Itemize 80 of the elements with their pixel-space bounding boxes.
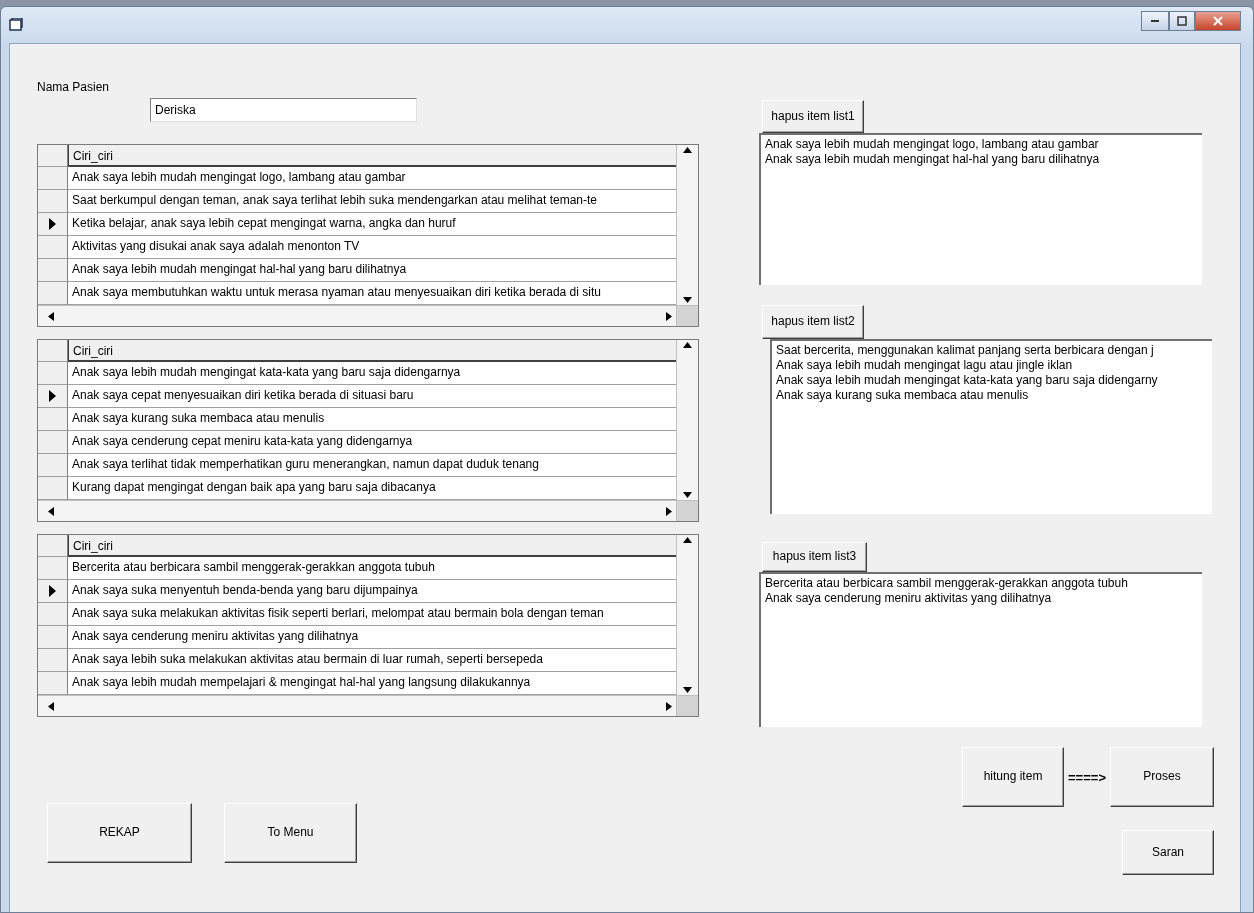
scroll-left-icon[interactable] bbox=[48, 506, 54, 516]
corner-cell bbox=[38, 535, 68, 557]
data-grid[interactable] bbox=[37, 339, 699, 522]
row-pointer-icon bbox=[49, 390, 56, 402]
table-cell[interactable]: Aktivitas yang disukai anak saya adalah menonton TV bbox=[68, 236, 676, 259]
count-button[interactable]: hitung item bbox=[962, 747, 1065, 807]
list-item[interactable]: Anak saya lebih mudah mengingat hal-hal yang baru dilihatnya bbox=[765, 152, 1198, 167]
data-grid[interactable] bbox=[37, 534, 699, 717]
table-cell[interactable]: Anak saya lebih mudah mengingat kata-kata yang baru saja didengarnya bbox=[68, 362, 676, 385]
field-label: Nama Pasien bbox=[37, 80, 111, 96]
row-pointer-icon bbox=[49, 585, 56, 597]
table-cell[interactable]: Bercerita atau berbicara sambil menggerak-gerakkan anggota tubuh bbox=[68, 557, 676, 580]
list-item[interactable]: Anak saya lebih mudah mengingat kata-kata yang baru saja didengarny bbox=[776, 373, 1208, 388]
scroll-down-icon[interactable] bbox=[683, 687, 692, 693]
row-header[interactable] bbox=[38, 580, 68, 603]
table-cell[interactable]: Anak saya suka melakukan aktivitas fisik seperti berlari, melompat atau bermain bola dengan teman bbox=[68, 603, 676, 626]
list-item[interactable]: Anak saya lebih mudah mengingat logo, lambang atau gambar bbox=[765, 137, 1198, 152]
action-button[interactable]: REKAP bbox=[47, 803, 192, 863]
scroll-left-icon[interactable] bbox=[48, 701, 54, 711]
table-cell[interactable]: Anak saya cenderung meniru aktivitas yang dilihatnya bbox=[68, 626, 676, 649]
name-field[interactable]: Deriska bbox=[150, 98, 417, 122]
table-cell[interactable]: Anak saya lebih suka melakukan aktivitas atau bermain di luar rumah, seperti bersepeda bbox=[68, 649, 676, 672]
scroll-up-icon[interactable] bbox=[683, 342, 692, 348]
maximize-button[interactable] bbox=[1169, 11, 1195, 31]
minimize-icon bbox=[1151, 20, 1159, 22]
column-header[interactable]: Ciri_ciri bbox=[68, 145, 676, 167]
list-box[interactable]: Bercerita atau berbicara sambil menggerak-gerakkan anggota tubuh Anak saya cenderung meniru aktivitas yang dilihatnya bbox=[759, 572, 1202, 727]
scroll-down-icon[interactable] bbox=[683, 492, 692, 498]
list-box[interactable]: Anak saya lebih mudah mengingat logo, lambang atau gambar Anak saya lebih mudah mengingat hal-hal yang baru dilihatnya bbox=[759, 133, 1202, 285]
horizontal-scrollbar[interactable] bbox=[38, 695, 676, 716]
list-item[interactable]: Anak saya lebih mudah mengingat lagu atau jingle iklan bbox=[776, 358, 1208, 373]
scrollbar-corner bbox=[676, 305, 698, 326]
list-box[interactable] bbox=[770, 339, 1212, 514]
table-cell[interactable]: Anak saya suka menyentuh benda-benda yang baru dijumpainya bbox=[68, 580, 676, 603]
action-button[interactable]: To Menu bbox=[224, 803, 357, 863]
scrollbar-corner bbox=[676, 500, 698, 521]
scrollbar-corner bbox=[676, 695, 698, 716]
list-item[interactable]: Bercerita atau berbicara sambil menggerak-gerakkan anggota tubuh bbox=[765, 576, 1198, 591]
close-button[interactable] bbox=[1195, 11, 1241, 31]
column-header[interactable]: Ciri_ciri bbox=[68, 340, 676, 362]
horizontal-scrollbar[interactable] bbox=[38, 500, 676, 521]
minimize-button[interactable] bbox=[1141, 11, 1169, 31]
scroll-up-icon[interactable] bbox=[683, 147, 692, 153]
maximize-icon bbox=[1177, 16, 1187, 26]
data-grid[interactable] bbox=[37, 144, 699, 327]
advice-button[interactable]: Saran bbox=[1122, 830, 1214, 875]
delete-button[interactable]: hapus item list2 bbox=[762, 305, 864, 339]
corner-cell bbox=[38, 145, 68, 167]
app-icon bbox=[9, 18, 23, 32]
arrow-label: ====> bbox=[1067, 769, 1107, 785]
column-header[interactable]: Ciri_ciri bbox=[68, 535, 676, 557]
table-cell[interactable]: Anak saya kurang suka membaca atau menulis bbox=[68, 408, 676, 431]
row-header[interactable] bbox=[38, 385, 68, 408]
scroll-left-icon[interactable] bbox=[48, 311, 54, 321]
row-header[interactable] bbox=[38, 213, 68, 236]
corner-cell bbox=[38, 340, 68, 362]
list-item[interactable]: Anak saya cenderung meniru aktivitas yang dilihatnya bbox=[765, 591, 1198, 606]
table-cell[interactable]: Anak saya cenderung cepat meniru kata-kata yang didengarnya bbox=[68, 431, 676, 454]
close-icon bbox=[1213, 16, 1223, 26]
table-cell[interactable]: Anak saya cepat menyesuaikan diri ketika berada di situasi baru bbox=[68, 385, 676, 408]
scroll-right-icon[interactable] bbox=[666, 506, 672, 516]
scroll-up-icon[interactable] bbox=[683, 537, 692, 543]
list-item[interactable]: Anak saya kurang suka membaca atau menulis bbox=[776, 388, 1208, 403]
process-button[interactable]: Proses bbox=[1110, 747, 1214, 807]
row-pointer-icon bbox=[49, 218, 56, 230]
vertical-scrollbar[interactable] bbox=[676, 145, 698, 305]
table-cell[interactable]: Ketika belajar, anak saya lebih cepat mengingat warna, angka dan huruf bbox=[68, 213, 676, 236]
vertical-scrollbar[interactable] bbox=[676, 535, 698, 695]
table-cell[interactable]: Saat berkumpul dengan teman, anak saya terlihat lebih suka mendengarkan atau melihat teman-te bbox=[68, 190, 676, 213]
scroll-down-icon[interactable] bbox=[683, 297, 692, 303]
horizontal-scrollbar[interactable] bbox=[38, 305, 676, 326]
vertical-scrollbar[interactable] bbox=[676, 340, 698, 500]
scroll-right-icon[interactable] bbox=[666, 311, 672, 321]
list-item[interactable]: Saat bercerita, menggunakan kalimat panjang serta berbicara dengan j bbox=[776, 343, 1208, 358]
table-cell[interactable]: Anak saya lebih mudah mengingat logo, lambang atau gambar bbox=[68, 167, 676, 190]
delete-button[interactable]: hapus item list3 bbox=[762, 542, 867, 572]
table-cell[interactable]: Anak saya terlihat tidak memperhatikan guru menerangkan, namun dapat duduk tenang bbox=[68, 454, 676, 477]
delete-button[interactable]: hapus item list1 bbox=[762, 100, 864, 133]
table-cell[interactable]: Anak saya lebih mudah mengingat hal-hal yang baru dilihatnya bbox=[68, 259, 676, 282]
scroll-right-icon[interactable] bbox=[666, 701, 672, 711]
